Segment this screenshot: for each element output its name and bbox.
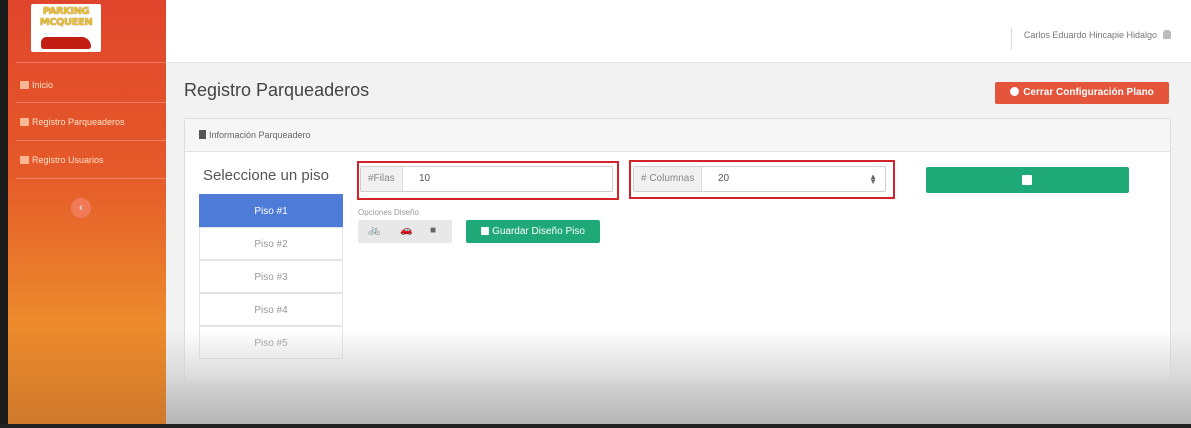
user-name: Carlos Eduardo Hincapie Hidalgo — [1023, 30, 1157, 40]
panel-header: Información Parqueadero — [185, 119, 1170, 152]
sidebar-item-registro-usuarios[interactable]: Registro Usuarios — [20, 155, 104, 165]
divider — [16, 102, 166, 103]
highlight-box-columns — [629, 160, 895, 199]
floor-item-4[interactable]: Piso #4 — [199, 293, 343, 326]
user-icon — [20, 156, 29, 164]
panel-title: Información Parqueadero — [199, 130, 311, 140]
logo[interactable]: PARKING MCQUEEN — [31, 4, 101, 52]
home-icon — [20, 81, 29, 89]
close-plan-config-button[interactable]: Cerrar Configuración Plano — [995, 82, 1169, 104]
window-bottom-border — [0, 424, 1191, 428]
user-icon — [1163, 30, 1171, 39]
floor-item-1[interactable]: Piso #1 — [199, 194, 343, 227]
sidebar-item-registro-parqueaderos[interactable]: Registro Parqueaderos — [20, 117, 125, 127]
floppy-icon — [1022, 175, 1032, 185]
circle-icon — [1010, 87, 1020, 96]
square-icon[interactable]: ■ — [430, 225, 436, 236]
panel-title-text: Información Parqueadero — [209, 130, 311, 140]
building-icon — [20, 118, 29, 126]
highlight-box-rows — [357, 161, 619, 200]
save-floor-design-label: Guardar Diseño Piso — [492, 226, 585, 237]
document-icon — [199, 130, 206, 139]
divider — [16, 140, 166, 141]
save-floor-design-button[interactable]: Guardar Diseño Piso — [466, 220, 600, 243]
floors-title: Seleccione un piso — [203, 167, 329, 184]
design-options-group: 🚲 🚗 ■ — [358, 220, 452, 243]
sidebar-item-label: Registro Parqueaderos — [32, 117, 125, 127]
logo-car-icon — [41, 37, 91, 49]
bicycle-icon[interactable]: 🚲 — [368, 225, 380, 236]
sidebar-item-label: Inicio — [32, 80, 54, 90]
top-navbar: Carlos Eduardo Hincapie Hidalgo — [166, 0, 1191, 63]
sidebar-collapse-button[interactable]: ‹ — [71, 198, 91, 218]
floor-item-2[interactable]: Piso #2 — [199, 227, 343, 260]
floor-item-3[interactable]: Piso #3 — [199, 260, 343, 293]
window-left-border — [0, 0, 8, 428]
app-window: PARKING MCQUEEN Inicio Registro Parquead… — [0, 0, 1191, 428]
design-options-label: Opciones Diseño — [358, 208, 419, 217]
logo-text-line1: PARKING — [42, 6, 90, 17]
floor-item-5[interactable]: Piso #5 — [199, 326, 343, 359]
logo-text-line2: MCQUEEN — [39, 17, 93, 28]
sidebar-item-inicio[interactable]: Inicio — [20, 80, 53, 90]
close-plan-config-label: Cerrar Configuración Plano — [1023, 87, 1154, 98]
divider — [16, 178, 166, 179]
sidebar-item-label: Registro Usuarios — [32, 155, 104, 165]
floppy-icon — [481, 227, 490, 235]
divider — [16, 62, 166, 63]
car-icon[interactable]: 🚗 — [400, 225, 412, 236]
user-menu[interactable]: Carlos Eduardo Hincapie Hidalgo — [1010, 28, 1171, 50]
save-button[interactable] — [926, 167, 1129, 193]
page-title: Registro Parqueaderos — [184, 80, 370, 100]
